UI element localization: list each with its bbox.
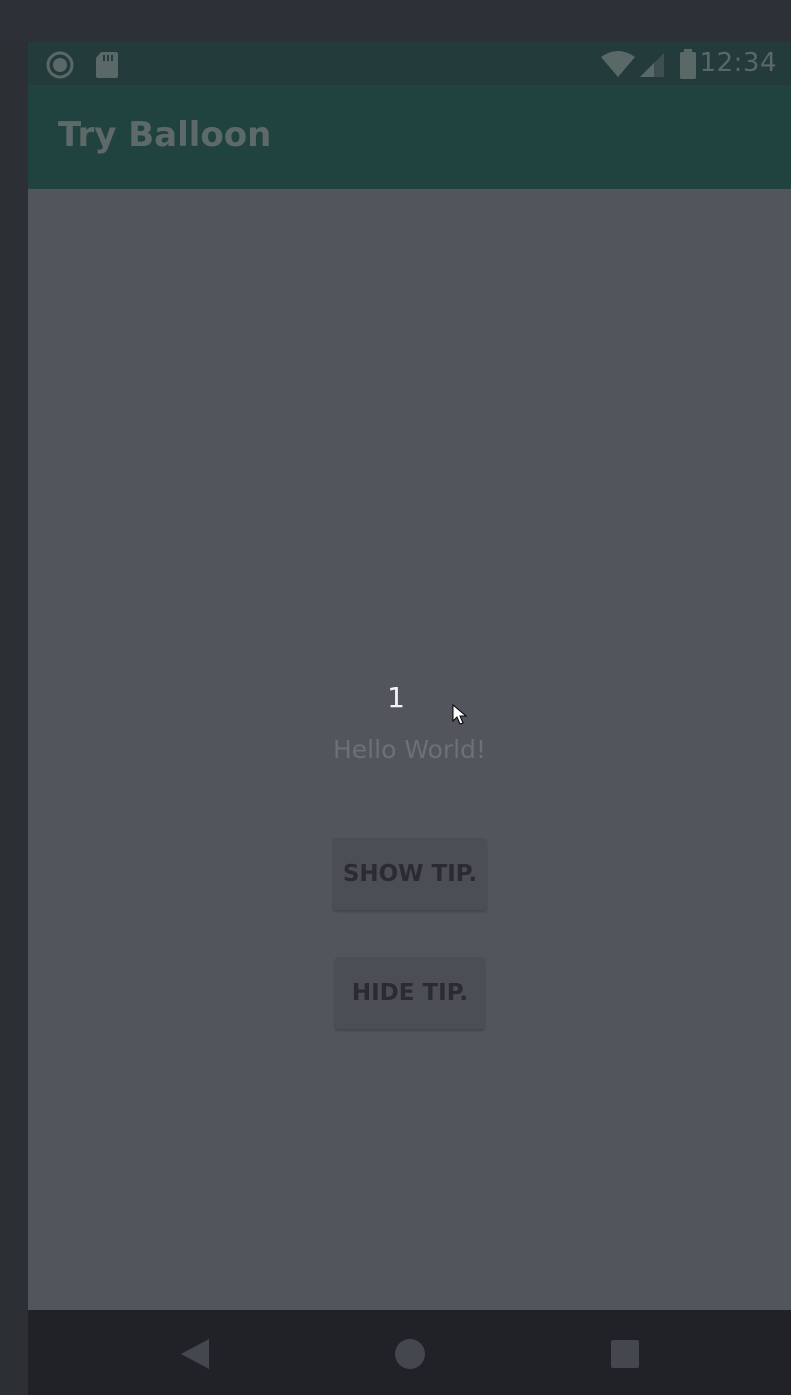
wifi-icon xyxy=(600,50,636,82)
sd-card-icon xyxy=(94,50,120,84)
signal-icon xyxy=(638,52,666,82)
app-bar: Try Balloon xyxy=(28,85,791,189)
hello-text: Hello World! xyxy=(333,735,486,764)
app-title: Try Balloon xyxy=(58,115,272,155)
main-content: 1 Hello World! SHOW TIP. HIDE TIP. xyxy=(28,189,791,1310)
window-left-gutter xyxy=(0,42,28,1395)
status-bar: 12:34 xyxy=(28,42,791,85)
show-tip-button[interactable]: SHOW TIP. xyxy=(333,838,487,910)
counter-text: 1 xyxy=(387,681,405,714)
hide-tip-button[interactable]: HIDE TIP. xyxy=(335,957,485,1029)
recents-icon[interactable] xyxy=(610,1337,640,1375)
navigation-bar xyxy=(28,1310,791,1395)
window-top-strip xyxy=(0,0,791,42)
battery-icon xyxy=(678,48,698,84)
status-time: 12:34 xyxy=(699,48,777,78)
device-screen: 12:34 Try Balloon 1 Hello World! SHOW TI… xyxy=(28,42,791,1395)
back-icon[interactable] xyxy=(179,1337,211,1375)
record-icon xyxy=(45,50,75,84)
home-icon[interactable] xyxy=(394,1337,426,1375)
mouse-cursor-icon xyxy=(452,703,468,730)
